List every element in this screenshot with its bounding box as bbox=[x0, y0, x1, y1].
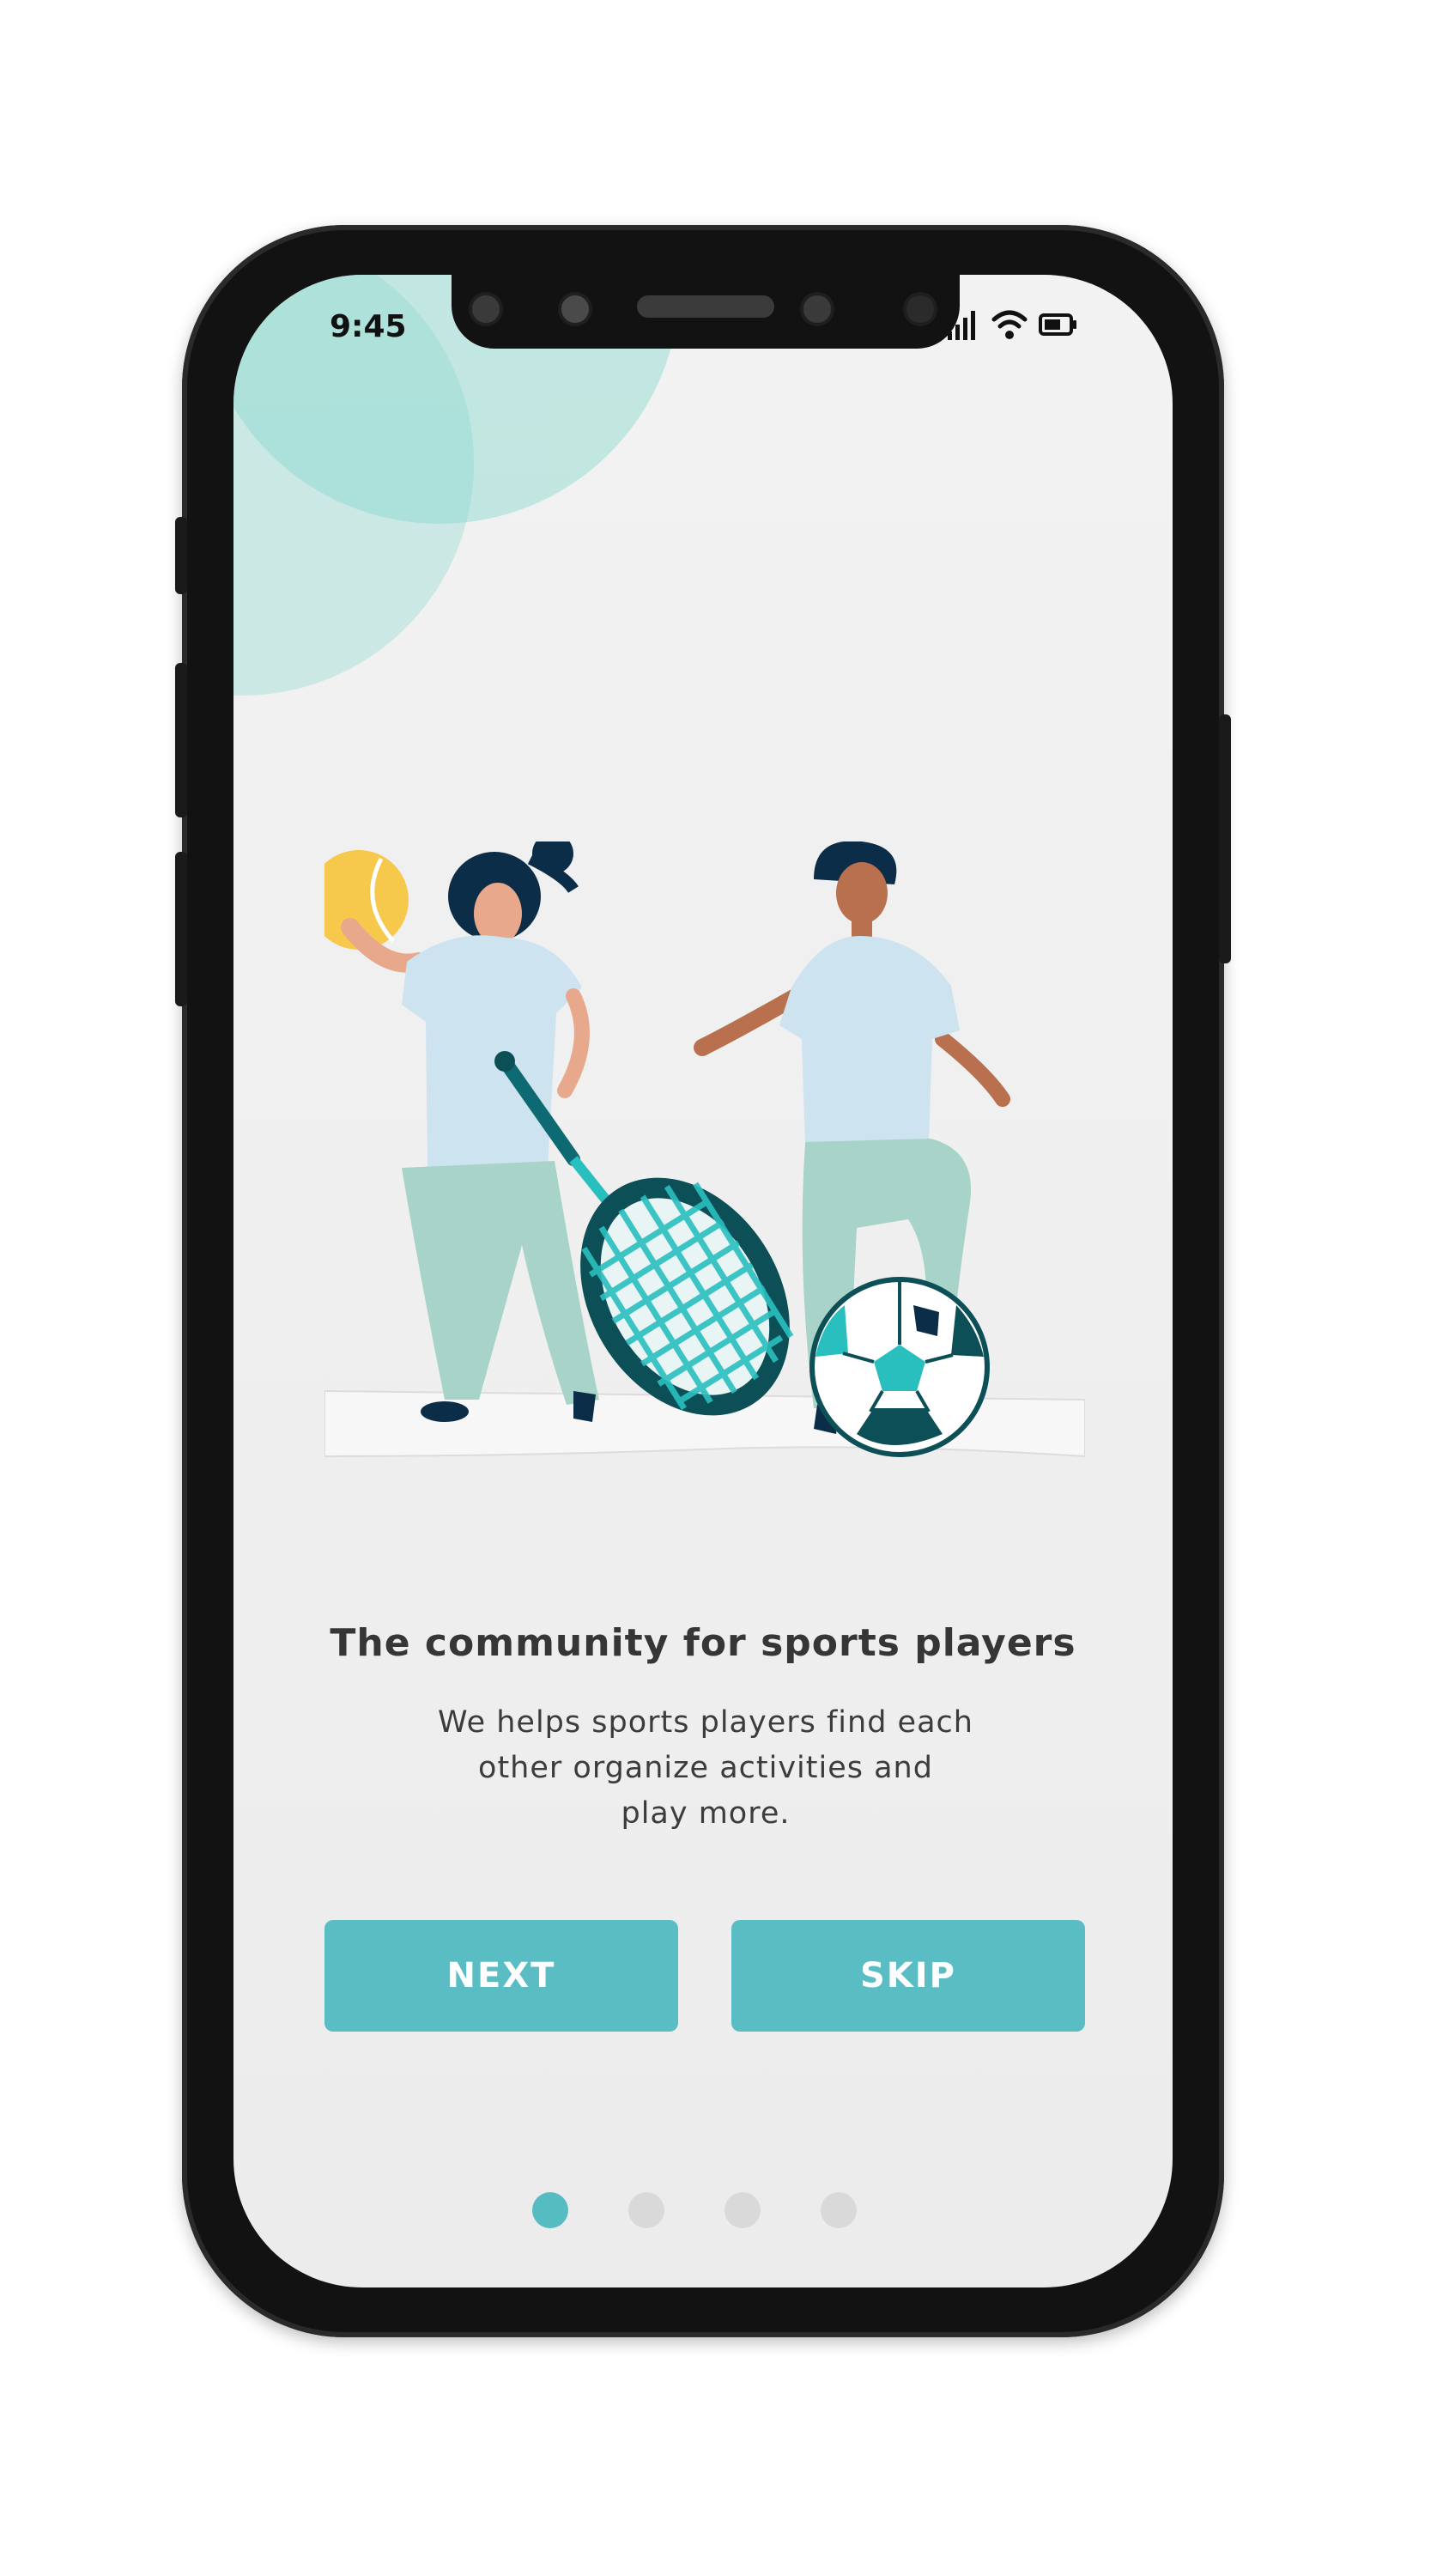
page-indicator bbox=[233, 2192, 1173, 2230]
description-line: play more. bbox=[621, 1796, 791, 1831]
notch bbox=[452, 275, 960, 349]
onboarding-title: The community for sports players bbox=[330, 1621, 1076, 1665]
onboarding-illustration bbox=[324, 841, 1085, 1458]
front-camera bbox=[800, 292, 834, 326]
skip-button[interactable]: SKIP bbox=[731, 1920, 1085, 2032]
next-button[interactable]: NEXT bbox=[324, 1920, 678, 2032]
mute-switch bbox=[175, 517, 187, 594]
phone-frame: 9:45 The community for sports players We… bbox=[175, 225, 1231, 2337]
sensor-dot bbox=[558, 292, 592, 326]
onboarding-description: We helps sports players find each other … bbox=[405, 1700, 1006, 1837]
page-dot-2[interactable] bbox=[628, 2192, 664, 2228]
status-icons bbox=[946, 307, 1078, 342]
earpiece-speaker bbox=[637, 295, 774, 318]
power-button bbox=[1219, 714, 1231, 963]
status-time: 9:45 bbox=[330, 309, 407, 344]
sensor-dot bbox=[903, 292, 937, 326]
sensor-dot bbox=[469, 292, 503, 326]
volume-up-button bbox=[175, 663, 187, 817]
page-dot-1[interactable] bbox=[532, 2192, 568, 2228]
description-line: other organize activities and bbox=[478, 1751, 933, 1785]
battery-icon bbox=[1039, 313, 1076, 336]
app-screen: 9:45 The community for sports players We… bbox=[233, 275, 1173, 2287]
page-dot-3[interactable] bbox=[724, 2192, 761, 2228]
description-line: We helps sports players find each bbox=[438, 1705, 973, 1740]
page-dot-4[interactable] bbox=[821, 2192, 857, 2228]
wifi-icon bbox=[991, 310, 1028, 339]
volume-down-button bbox=[175, 852, 187, 1006]
